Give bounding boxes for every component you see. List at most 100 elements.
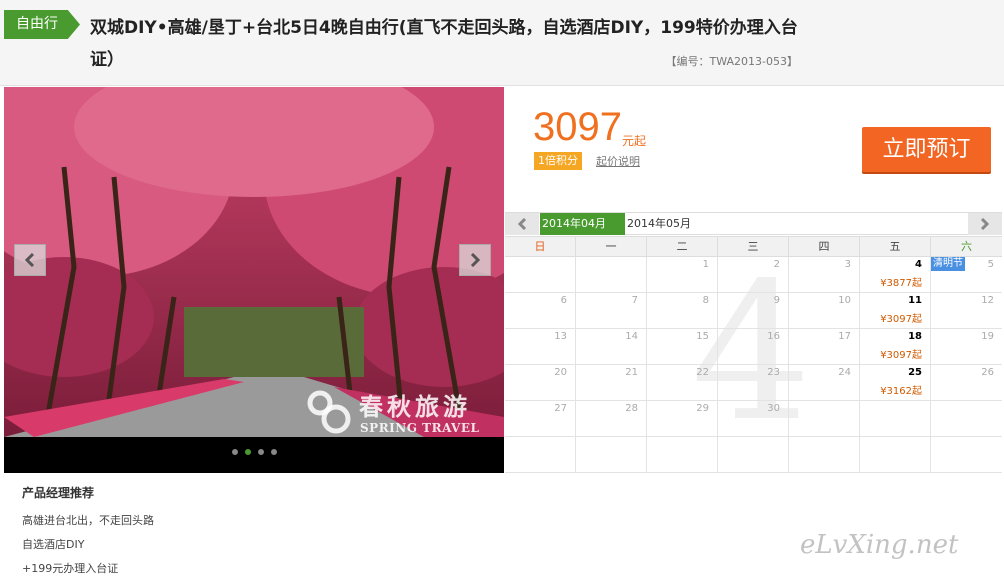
calendar-day-cell: 2: [718, 257, 789, 293]
chevron-left-icon: [24, 253, 35, 267]
day-number: 24: [838, 367, 851, 378]
day-number: 19: [981, 331, 994, 342]
calendar-day-cell: 19: [931, 329, 1002, 365]
calendar-day-cell: 9: [718, 293, 789, 329]
calendar-day-cell: 21: [576, 365, 647, 401]
calendar-day-cell: 12: [931, 293, 1002, 329]
calendar-day-cell[interactable]: 18 ¥3097起: [860, 329, 931, 365]
day-number: 1: [702, 259, 709, 270]
calendar-day-cell: 29: [647, 401, 718, 437]
tab-month-next[interactable]: 2014年05月: [625, 213, 968, 235]
day-number: 11: [908, 295, 922, 306]
day-price: ¥3097起: [880, 314, 922, 325]
calendar-empty-cell: [931, 437, 1002, 473]
calendar-day-cell: 15: [647, 329, 718, 365]
calendar-day-cell: 3: [789, 257, 860, 293]
day-number: 26: [981, 367, 994, 378]
list-item: +199元办理入台证: [22, 562, 119, 575]
chevron-right-icon: [470, 253, 481, 267]
weekday-thu: 四: [789, 237, 860, 256]
calendar-day-cell: 27: [505, 401, 576, 437]
day-number: 13: [554, 331, 567, 342]
day-number: 27: [554, 403, 567, 414]
calendar-empty-cell: [789, 437, 860, 473]
day-number: 28: [625, 403, 638, 414]
manager-recommendation: 产品经理推荐 高雄进台北出，不走回头路 自选酒店DIY +199元办理入台证: [22, 484, 782, 581]
calendar-day-cell: 5 清明节: [931, 257, 1002, 293]
list-item: 高雄进台北出，不走回头路: [22, 514, 154, 527]
calendar-day-cell: 17: [789, 329, 860, 365]
calendar-day-cell: 23: [718, 365, 789, 401]
calendar-day-cell: 13: [505, 329, 576, 365]
day-number: 16: [767, 331, 780, 342]
chevron-left-icon: [517, 218, 527, 230]
day-number: 7: [631, 295, 638, 306]
list-item: 自选酒店DIY: [22, 538, 85, 551]
recommendation-list: 高雄进台北出，不走回头路 自选酒店DIY +199元办理入台证: [22, 509, 782, 581]
calendar-day-cell: 22: [647, 365, 718, 401]
gallery-dot[interactable]: [257, 449, 264, 455]
day-number: 18: [908, 331, 922, 342]
calendar-day-cell: 16: [718, 329, 789, 365]
day-number: 17: [838, 331, 851, 342]
calendar-empty-cell: [789, 401, 860, 437]
category-tag: 自由行: [4, 10, 80, 39]
day-number: 3: [844, 259, 851, 270]
day-price: ¥3162起: [880, 386, 922, 397]
watermark-en: SPRING TRAVEL: [360, 421, 480, 435]
day-number: 25: [908, 367, 922, 378]
calendar-day-cell: 30: [718, 401, 789, 437]
calendar-day-cell: 7: [576, 293, 647, 329]
gallery-dot[interactable]: [270, 449, 277, 455]
calendar-empty-cell: [576, 257, 647, 293]
holiday-badge: 清明节: [931, 257, 965, 271]
gallery-dot-active[interactable]: [244, 449, 251, 455]
tab-month-current[interactable]: 2014年04月: [540, 213, 625, 235]
calendar-day-cell: 14: [576, 329, 647, 365]
day-number: 2: [773, 259, 780, 270]
day-number: 4: [915, 259, 922, 270]
next-month-button[interactable]: [968, 213, 1002, 235]
prev-photo-button[interactable]: [14, 244, 46, 276]
calendar-empty-cell: [860, 401, 931, 437]
calendar-empty-cell: [860, 437, 931, 473]
gallery-dot[interactable]: [231, 449, 238, 455]
weekday-mon: 一: [576, 237, 647, 256]
weekday-tue: 二: [647, 237, 718, 256]
day-number: 8: [702, 295, 709, 306]
chevron-right-icon: [980, 218, 990, 230]
calendar-day-cell[interactable]: 4 ¥3877起: [860, 257, 931, 293]
price-explain-link[interactable]: 起价说明: [596, 153, 640, 169]
calendar-empty-cell: [505, 257, 576, 293]
day-number: 23: [767, 367, 780, 378]
day-number: 5: [987, 259, 994, 270]
points-badge: 1倍积分: [534, 152, 582, 170]
day-number: 6: [560, 295, 567, 306]
day-number: 10: [838, 295, 851, 306]
day-number: 22: [696, 367, 709, 378]
price-amount: 3097: [533, 105, 622, 149]
calendar-day-cell[interactable]: 25 ¥3162起: [860, 365, 931, 401]
next-photo-button[interactable]: [459, 244, 491, 276]
book-now-button[interactable]: 立即预订: [862, 127, 991, 172]
day-number: 9: [773, 295, 780, 306]
gallery-photo: [4, 87, 504, 437]
price-unit: 元起: [622, 134, 647, 148]
calendar-day-cell: 26: [931, 365, 1002, 401]
price-panel: 3097 元起 1倍积分 起价说明 立即预订: [505, 87, 1002, 211]
calendar-grid: 1 2 3 4 ¥3877起 5 清明节 6 7 8 9 10 11 ¥3097起 12 13 14 15 16 17…: [505, 257, 1002, 473]
departure-calendar: 2014年04月 2014年05月 日 一 二 三 四 五 六 4 1 2 3 4 ¥3…: [505, 212, 1002, 473]
prev-month-button[interactable]: [505, 213, 539, 235]
gallery-pagination: [4, 449, 504, 455]
calendar-day-cell[interactable]: 11 ¥3097起: [860, 293, 931, 329]
calendar-day-cell: 8: [647, 293, 718, 329]
weekday-sun: 日: [505, 237, 576, 256]
weekday-sat: 六: [961, 240, 972, 253]
calendar-empty-cell: [576, 437, 647, 473]
watermark-cn: 春秋旅游: [359, 392, 471, 421]
photo-gallery: 春秋旅游 SPRING TRAVEL: [4, 87, 504, 473]
calendar-day-cell: 1: [647, 257, 718, 293]
day-price: ¥3097起: [880, 350, 922, 361]
day-number: 12: [981, 295, 994, 306]
calendar-empty-cell: [647, 437, 718, 473]
